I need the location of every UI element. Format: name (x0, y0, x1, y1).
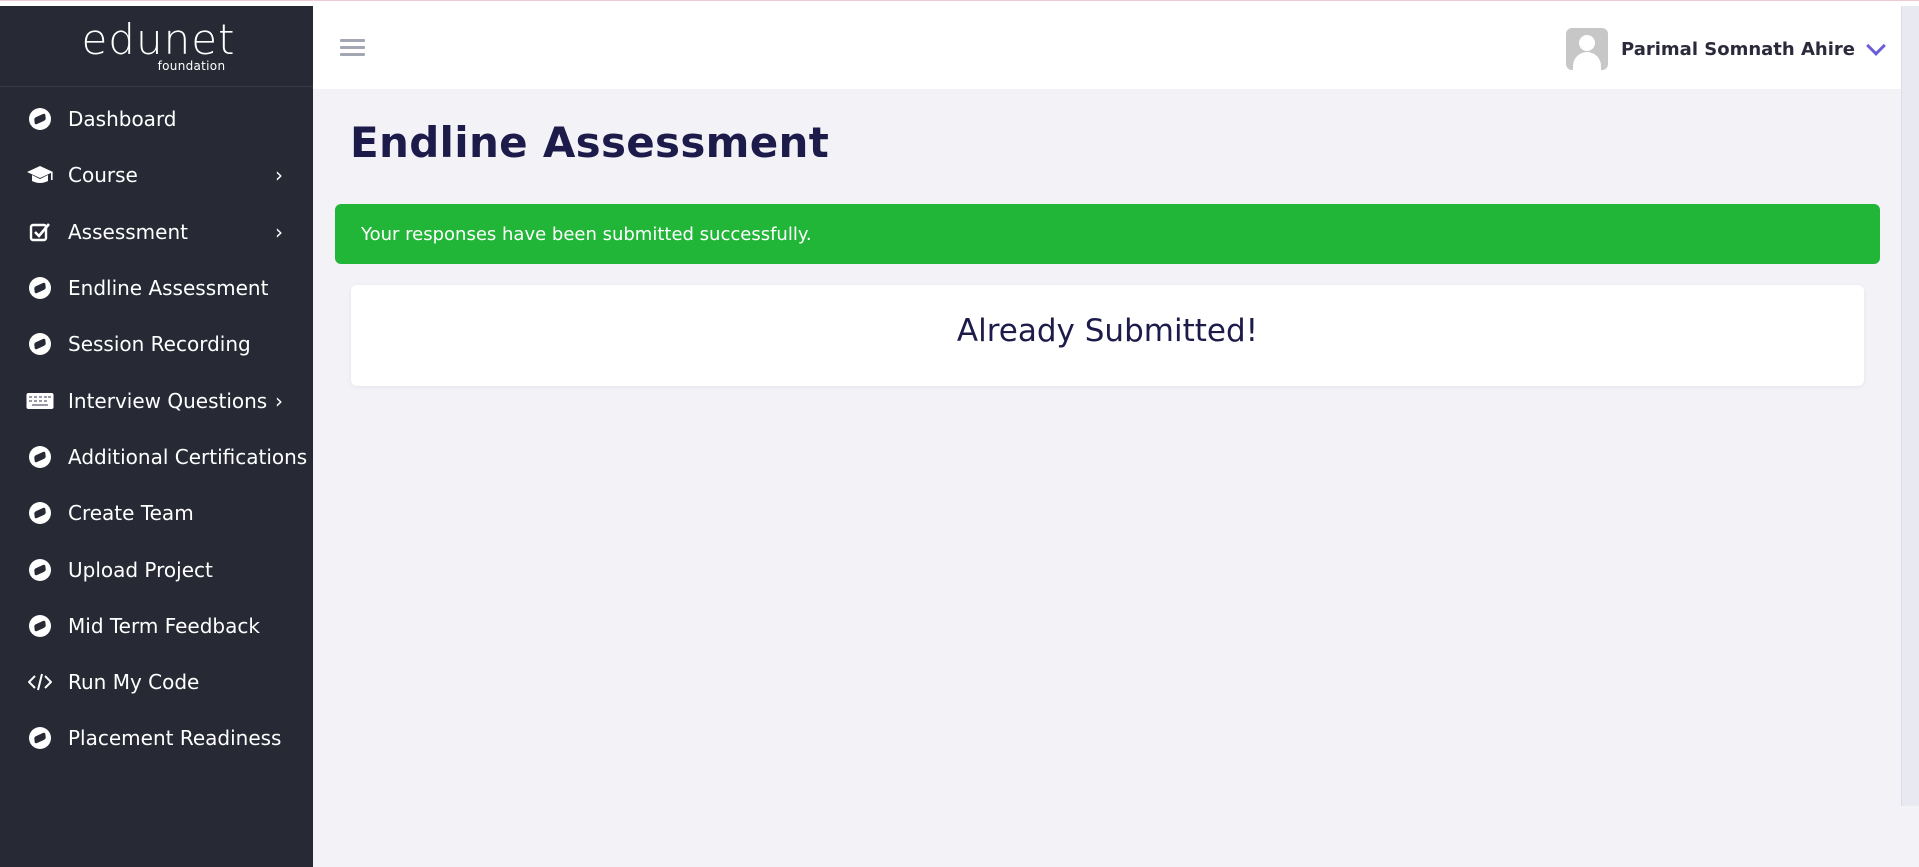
compass-icon (26, 276, 54, 300)
chevron-right-icon: › (275, 219, 283, 244)
sidebar-item-label: Endline Assessment (68, 276, 269, 301)
sidebar-nav: Dashboard Course › Assessment › Endline … (0, 87, 313, 767)
alert-message: Your responses have been submitted succe… (361, 223, 812, 245)
top-border (0, 0, 1919, 6)
user-menu[interactable]: Parimal Somnath Ahire (1566, 28, 1886, 70)
sidebar-item-dashboard[interactable]: Dashboard (0, 91, 313, 147)
sidebar-item-label: Session Recording (68, 332, 251, 357)
sidebar-item-label: Placement Readiness (68, 726, 282, 751)
sidebar-item-additional-certifications[interactable]: Additional Certifications (0, 429, 313, 485)
top-bar: Parimal Somnath Ahire (313, 6, 1901, 89)
compass-icon (26, 558, 54, 582)
sidebar-item-label: Create Team (68, 501, 194, 526)
page-title: Endline Assessment (350, 118, 830, 167)
card-title: Already Submitted! (956, 312, 1259, 349)
avatar[interactable] (1566, 28, 1609, 70)
sidebar-item-upload-project[interactable]: Upload Project (0, 541, 313, 597)
sidebar-item-mid-term-feedback[interactable]: Mid Term Feedback (0, 598, 313, 654)
brand-sub: foundation (157, 59, 226, 73)
compass-icon (26, 614, 54, 638)
page-scrollbar[interactable] (1901, 6, 1919, 806)
check-square-icon (26, 220, 54, 244)
compass-icon (26, 501, 54, 525)
sidebar: edunet foundation Dashboard Course › Ass… (0, 6, 313, 867)
compass-icon (26, 445, 54, 469)
brand-logo[interactable]: edunet foundation (0, 6, 313, 87)
graduation-cap-icon (26, 163, 54, 187)
code-icon (26, 670, 54, 694)
sidebar-item-placement-readiness[interactable]: Placement Readiness (0, 710, 313, 766)
hamburger-menu-icon[interactable] (340, 39, 365, 60)
compass-icon (26, 726, 54, 750)
sidebar-item-run-my-code[interactable]: Run My Code (0, 654, 313, 710)
brand-name: edunet (81, 15, 236, 64)
sidebar-item-label: Run My Code (68, 670, 200, 695)
sidebar-item-create-team[interactable]: Create Team (0, 485, 313, 541)
sidebar-item-label: Course (68, 163, 138, 188)
sidebar-item-label: Dashboard (68, 107, 177, 132)
sidebar-item-label: Assessment (68, 219, 188, 244)
sidebar-item-endline-assessment[interactable]: Endline Assessment (0, 260, 313, 316)
chevron-right-icon: › (275, 388, 283, 413)
chevron-right-icon: › (275, 163, 283, 188)
sidebar-item-label: Interview Questions (68, 388, 268, 413)
user-name: Parimal Somnath Ahire (1621, 38, 1855, 60)
compass-icon (26, 332, 54, 356)
sidebar-item-label: Additional Certifications (68, 444, 308, 469)
chevron-down-icon[interactable] (1866, 35, 1886, 56)
sidebar-item-assessment[interactable]: Assessment › (0, 204, 313, 260)
keyboard-icon (26, 389, 54, 413)
success-alert: Your responses have been submitted succe… (335, 204, 1880, 264)
sidebar-item-label: Upload Project (68, 557, 213, 582)
sidebar-item-interview-questions[interactable]: Interview Questions › (0, 372, 313, 428)
sidebar-item-session-recording[interactable]: Session Recording (0, 316, 313, 372)
sidebar-item-course[interactable]: Course › (0, 147, 313, 203)
compass-icon (26, 107, 54, 131)
sidebar-item-label: Mid Term Feedback (68, 613, 260, 638)
submission-status-card: Already Submitted! (351, 285, 1864, 386)
